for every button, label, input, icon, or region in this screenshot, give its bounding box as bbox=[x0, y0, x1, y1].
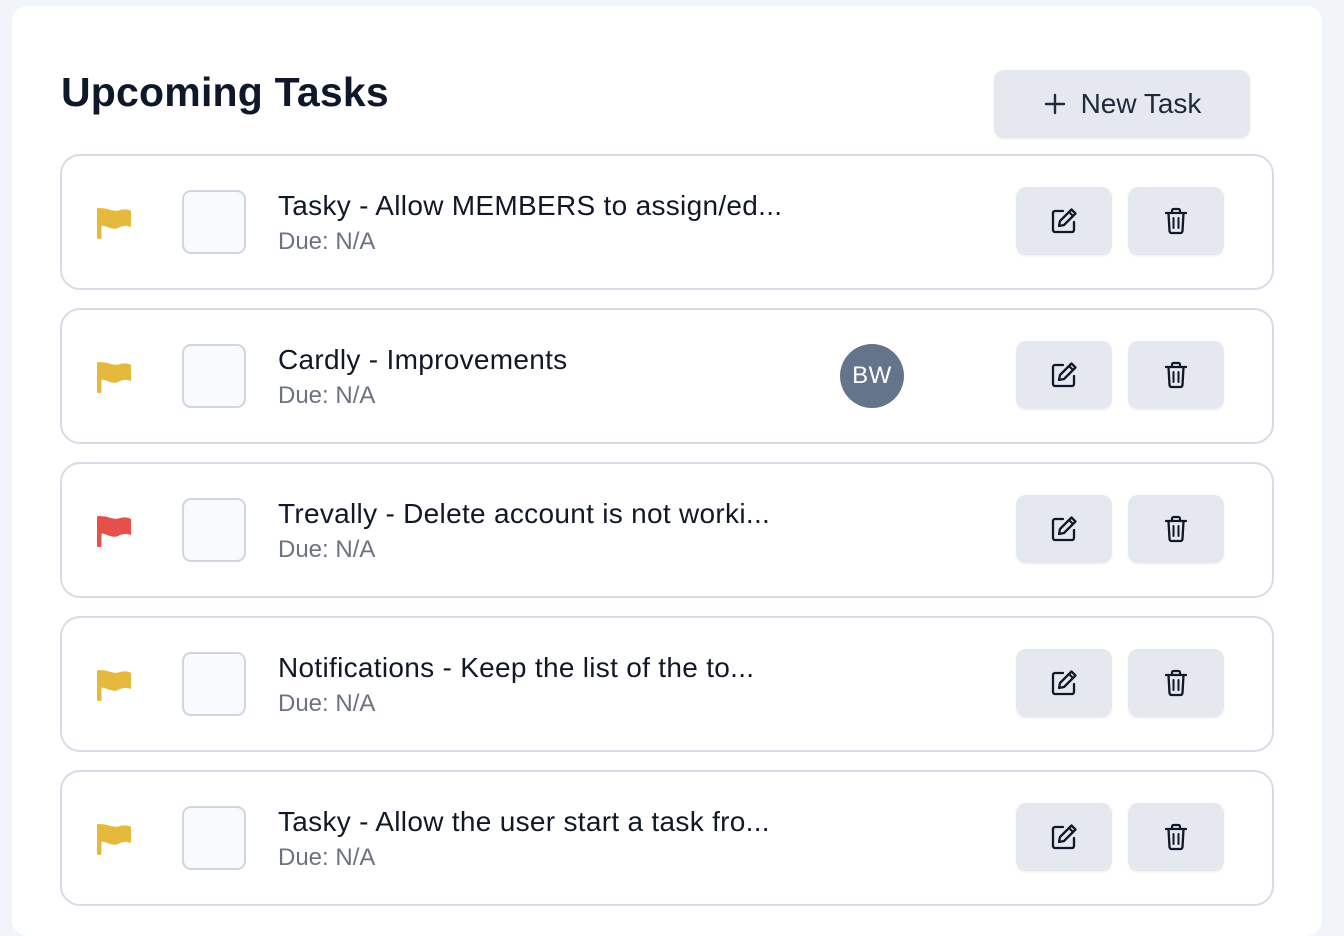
edit-icon bbox=[1048, 513, 1080, 545]
upcoming-tasks-panel: Upcoming Tasks New Task Tasky - Allow ME… bbox=[12, 6, 1322, 936]
task-due-date: Due: N/A bbox=[278, 690, 376, 717]
task-title: Cardly - Improvements bbox=[278, 344, 568, 375]
new-task-label: New Task bbox=[1080, 88, 1202, 119]
task-due-date: Due: N/A bbox=[278, 844, 376, 871]
task-title: Tasky - Allow MEMBERS to assign/ed... bbox=[278, 190, 783, 221]
task-title: Tasky - Allow the user start a task fro.… bbox=[278, 806, 770, 837]
task-card: Trevally - Delete account is not worki..… bbox=[60, 462, 1274, 598]
task-checkbox[interactable] bbox=[182, 498, 246, 562]
task-card: Cardly - Improvements Due: N/A BW bbox=[60, 308, 1274, 444]
delete-task-button[interactable] bbox=[1128, 803, 1224, 871]
task-title: Trevally - Delete account is not worki..… bbox=[278, 498, 771, 529]
task-due-date: Due: N/A bbox=[278, 382, 376, 409]
edit-icon bbox=[1048, 821, 1080, 853]
delete-task-button[interactable] bbox=[1128, 649, 1224, 717]
task-due-date: Due: N/A bbox=[278, 228, 376, 255]
assignee-avatar: BW bbox=[840, 344, 904, 408]
trash-icon bbox=[1163, 669, 1189, 697]
edit-task-button[interactable] bbox=[1016, 341, 1112, 409]
edit-icon bbox=[1048, 359, 1080, 391]
delete-task-button[interactable] bbox=[1128, 187, 1224, 255]
task-list: Tasky - Allow MEMBERS to assign/ed... Du… bbox=[60, 154, 1274, 924]
task-checkbox[interactable] bbox=[182, 190, 246, 254]
flag-icon bbox=[96, 206, 132, 240]
edit-icon bbox=[1048, 205, 1080, 237]
new-task-button[interactable]: New Task bbox=[994, 70, 1250, 138]
delete-task-button[interactable] bbox=[1128, 341, 1224, 409]
trash-icon bbox=[1163, 207, 1189, 235]
flag-icon bbox=[96, 360, 132, 394]
plus-icon bbox=[1043, 92, 1067, 116]
edit-task-button[interactable] bbox=[1016, 495, 1112, 563]
task-card: Tasky - Allow the user start a task fro.… bbox=[60, 770, 1274, 906]
trash-icon bbox=[1163, 823, 1189, 851]
task-checkbox[interactable] bbox=[182, 652, 246, 716]
flag-icon bbox=[96, 514, 132, 548]
task-title: Notifications - Keep the list of the to.… bbox=[278, 652, 755, 683]
page-title: Upcoming Tasks bbox=[61, 69, 389, 115]
flag-icon bbox=[96, 668, 132, 702]
trash-icon bbox=[1163, 515, 1189, 543]
edit-task-button[interactable] bbox=[1016, 187, 1112, 255]
task-checkbox[interactable] bbox=[182, 806, 246, 870]
task-due-date: Due: N/A bbox=[278, 536, 376, 563]
trash-icon bbox=[1163, 361, 1189, 389]
delete-task-button[interactable] bbox=[1128, 495, 1224, 563]
task-card: Tasky - Allow MEMBERS to assign/ed... Du… bbox=[60, 154, 1274, 290]
edit-task-button[interactable] bbox=[1016, 649, 1112, 717]
flag-icon bbox=[96, 822, 132, 856]
task-checkbox[interactable] bbox=[182, 344, 246, 408]
edit-icon bbox=[1048, 667, 1080, 699]
edit-task-button[interactable] bbox=[1016, 803, 1112, 871]
task-card: Notifications - Keep the list of the to.… bbox=[60, 616, 1274, 752]
